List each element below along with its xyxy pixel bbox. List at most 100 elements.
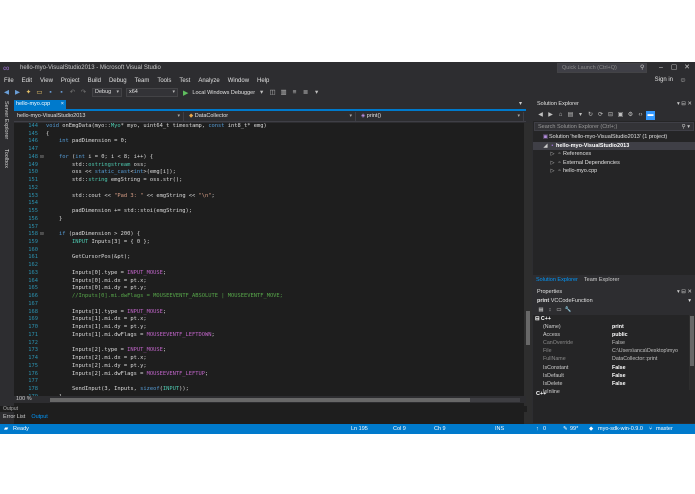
panel-window-buttons[interactable]: ▾ ⊟ ✕ xyxy=(677,288,692,297)
project-dropdown[interactable]: hello-myo-VisualStudio2013 ▾ xyxy=(14,112,184,121)
toolbox-tab[interactable]: Toolbox xyxy=(3,149,9,168)
code-line[interactable]: 168 Inputs[1].type = INPUT_MOUSE; xyxy=(14,309,522,317)
attach-icon[interactable]: ◫ xyxy=(268,88,277,97)
property-pages-icon[interactable]: ▭ xyxy=(555,306,563,315)
code-line[interactable]: 167 xyxy=(14,301,522,309)
menu-test[interactable]: Test xyxy=(179,78,190,84)
fold-toggle-icon[interactable]: ⊟ xyxy=(38,231,46,239)
property-row[interactable]: IsDelete False xyxy=(533,380,689,388)
property-row[interactable]: Access public xyxy=(533,331,689,339)
property-row[interactable]: (Name) print xyxy=(533,323,689,331)
back-icon[interactable]: ◀ xyxy=(2,88,11,97)
pending-changes-icon[interactable]: ▾ xyxy=(576,111,585,120)
switch-views-icon[interactable]: ▤ xyxy=(566,111,575,120)
tree-item[interactable]: ▷ ▫ References xyxy=(533,150,695,159)
code-line[interactable]: 153 std::cout << "Pad 3: " << emgString … xyxy=(14,193,522,201)
configuration-dropdown[interactable]: Debug ▾ xyxy=(92,88,122,97)
tab-hello-myo-cpp[interactable]: hello-myo.cpp × xyxy=(14,100,66,109)
code-line[interactable]: 174 Inputs[2].mi.dx = pt.x; xyxy=(14,355,522,363)
code-line[interactable]: 148 ⊟ for (int i = 0; i < 8; i++) { xyxy=(14,154,522,162)
back-icon[interactable]: ◀ xyxy=(536,111,545,120)
tab-team-explorer[interactable]: Team Explorer xyxy=(581,276,622,284)
quick-launch-input[interactable]: Quick Launch (Ctrl+Q) xyxy=(557,63,647,73)
code-line[interactable]: 172 xyxy=(14,340,522,348)
menu-help[interactable]: Help xyxy=(257,78,269,84)
expander-icon[interactable]: ▷ xyxy=(549,150,556,159)
fold-toggle-icon[interactable]: ⊟ xyxy=(38,154,46,162)
property-row[interactable]: IsDefault False xyxy=(533,372,689,380)
code-line[interactable]: 157 xyxy=(14,224,522,232)
minimize-button[interactable]: – xyxy=(655,63,667,73)
preview-selected-icon[interactable]: ▬ xyxy=(646,110,655,120)
property-value[interactable]: False xyxy=(612,339,688,347)
collapse-all-icon[interactable]: ⊟ xyxy=(606,111,615,120)
menu-window[interactable]: Window xyxy=(228,78,249,84)
tab-output[interactable]: Output xyxy=(28,413,51,422)
code-line[interactable]: 163 Inputs[0].type = INPUT_MOUSE; xyxy=(14,270,522,278)
property-row[interactable]: IsConstant False xyxy=(533,364,689,372)
search-icon[interactable]: ⚲ xyxy=(640,64,644,71)
code-line[interactable]: 147 xyxy=(14,146,522,154)
code-line[interactable]: 150 oss << static_cast<int>(emg[i]); xyxy=(14,169,522,177)
tree-item[interactable]: ▣Solution 'hello-myo-VisualStudio2013' (… xyxy=(533,133,695,142)
menu-project[interactable]: Project xyxy=(61,78,80,84)
property-value[interactable]: print xyxy=(612,323,688,331)
close-window-button[interactable]: ✕ xyxy=(681,63,693,73)
tab-error-list[interactable]: Error List xyxy=(0,413,28,422)
scrollbar-thumb[interactable] xyxy=(690,316,694,366)
expander-icon[interactable]: ▷ xyxy=(549,167,556,176)
scrollbar-thumb[interactable] xyxy=(526,311,530,345)
zoom-level[interactable]: 100 % xyxy=(16,396,32,402)
property-value[interactable]: False xyxy=(612,380,688,388)
menu-edit[interactable]: Edit xyxy=(22,78,32,84)
code-line[interactable]: 177 xyxy=(14,378,522,386)
comment-icon[interactable]: ≡ xyxy=(290,88,299,97)
code-line[interactable]: 175 Inputs[2].mi.dy = pt.y; xyxy=(14,363,522,371)
chevron-down-icon[interactable]: ▾ xyxy=(257,88,266,97)
property-value[interactable]: public xyxy=(612,331,688,339)
scrollbar-thumb[interactable] xyxy=(50,398,470,402)
property-row[interactable]: FullName DataCollector::print xyxy=(533,355,689,363)
code-line[interactable]: 154 xyxy=(14,200,522,208)
tab-overflow-icon[interactable]: ▾ xyxy=(519,100,522,107)
alphabetical-icon[interactable]: ↕ xyxy=(546,306,554,315)
code-line[interactable]: 151 std::string emgString = oss.str(); xyxy=(14,177,522,185)
undo-icon[interactable]: ↶ xyxy=(68,88,77,97)
properties-icon[interactable]: ⚙ xyxy=(626,111,635,120)
property-value[interactable]: False xyxy=(612,372,688,380)
code-editor[interactable]: 144 void onEmgData(myo::Myo* myo, uint64_… xyxy=(14,123,526,434)
code-line[interactable]: 173 Inputs[2].type = INPUT_MOUSE; xyxy=(14,347,522,355)
properties-scrollbar[interactable] xyxy=(689,315,695,390)
code-line[interactable]: 171 Inputs[1].mi.dwFlags = MOUSEEVENTF_L… xyxy=(14,332,522,340)
code-line[interactable]: 144 void onEmgData(myo::Myo* myo, uint64_… xyxy=(14,123,522,131)
status-changes[interactable]: 99* xyxy=(570,424,578,434)
bookmark-icon[interactable]: ▥ xyxy=(279,88,288,97)
code-line[interactable]: 176 Inputs[2].mi.dwFlags = MOUSEEVENTF_L… xyxy=(14,371,522,379)
tab-solution-explorer[interactable]: Solution Explorer xyxy=(533,276,581,284)
toolbar-options-icon[interactable]: ▾ xyxy=(312,88,321,97)
code-line[interactable]: 162 xyxy=(14,262,522,270)
status-branch[interactable]: master xyxy=(656,424,673,434)
code-line[interactable]: 145 { xyxy=(14,131,522,139)
panel-window-buttons[interactable]: ▾ ⊟ ✕ xyxy=(677,100,692,109)
code-line[interactable]: 169 Inputs[1].mi.dx = pt.x; xyxy=(14,316,522,324)
property-value[interactable]: DataCollector::print xyxy=(612,355,688,363)
code-line[interactable]: 146 int padDimension = 0; xyxy=(14,138,522,146)
code-line[interactable]: 160 xyxy=(14,247,522,255)
editor-vertical-scrollbar[interactable] xyxy=(524,123,532,434)
menu-team[interactable]: Team xyxy=(135,78,150,84)
tree-item[interactable]: ◢ ▪ hello-myo-VisualStudio2013 xyxy=(533,141,695,150)
menu-file[interactable]: File xyxy=(4,78,14,84)
solution-search-input[interactable]: Search Solution Explorer (Ctrl+;) ⚲ ▾ xyxy=(534,122,694,131)
code-line[interactable]: 156 } xyxy=(14,216,522,224)
tree-item[interactable]: ▷ ▫ hello-myo.cpp xyxy=(533,167,695,176)
new-project-icon[interactable]: ✦ xyxy=(24,88,33,97)
status-repository[interactable]: myo-sdk-win-0.9.0 xyxy=(598,424,643,434)
properties-object-selector[interactable]: print VCCodeFunction ▾ xyxy=(533,297,695,306)
menu-view[interactable]: View xyxy=(40,78,53,84)
code-line[interactable]: 178 SendInput(3, Inputs, sizeof(INPUT)); xyxy=(14,386,522,394)
code-line[interactable]: 170 Inputs[1].mi.dy = pt.y; xyxy=(14,324,522,332)
show-all-files-icon[interactable]: ▣ xyxy=(616,111,625,120)
wrench-icon[interactable]: 🔧 xyxy=(564,306,572,315)
code-line[interactable]: 155 padDimension += std::stoi(emgString)… xyxy=(14,208,522,216)
